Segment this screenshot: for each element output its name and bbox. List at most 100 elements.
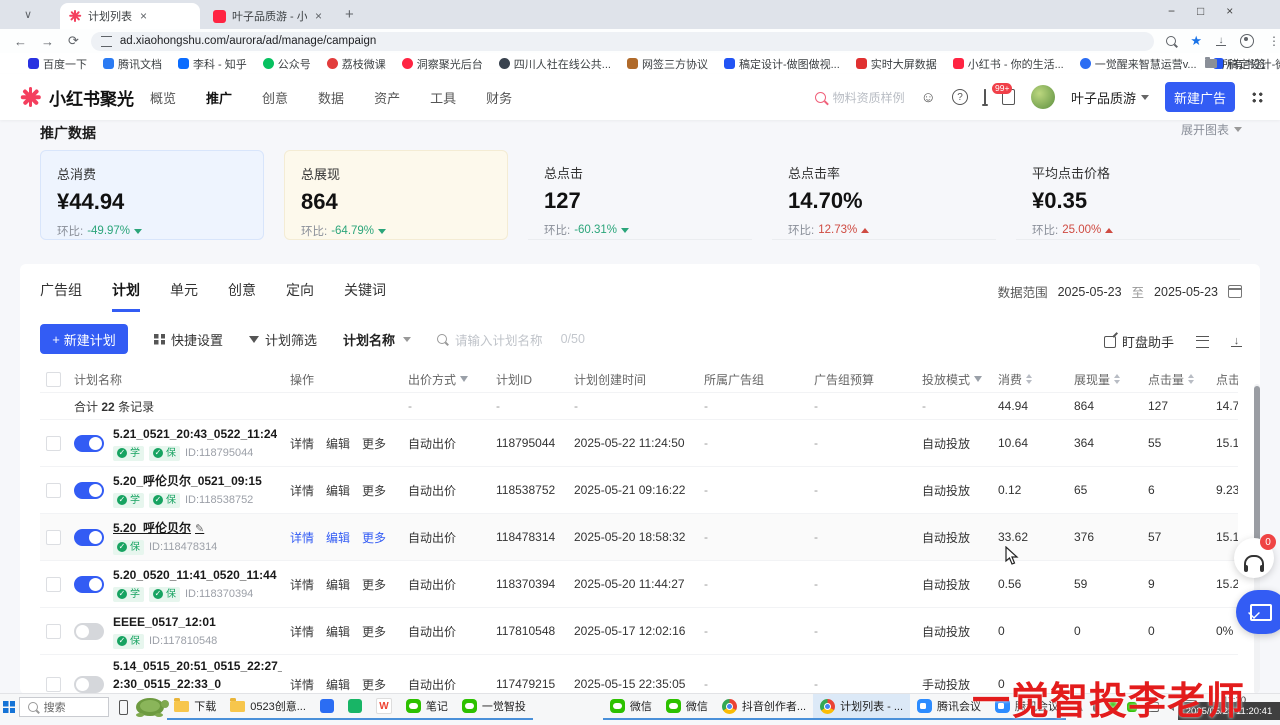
start-button[interactable] <box>0 694 19 720</box>
table-row[interactable]: 5.20_呼伦贝尔✎ ✓保 ID:118478314 详情编辑更多 自动出价 1… <box>40 514 1238 561</box>
bookmark[interactable]: 稿定设计-做图做视... <box>724 56 840 72</box>
edit-pencil-icon[interactable]: ✎ <box>195 523 204 535</box>
date-start[interactable]: 2025-05-23 <box>1058 285 1122 299</box>
col-plan-name[interactable]: 计划名称 <box>74 371 290 388</box>
detail-link[interactable]: 详情 <box>290 676 314 693</box>
nav-assets[interactable]: 资产 <box>374 88 400 107</box>
select-all-checkbox[interactable] <box>46 372 61 387</box>
tab-plan[interactable]: 计划 <box>112 280 140 312</box>
forward-icon[interactable]: → <box>41 34 54 49</box>
more-link[interactable]: 更多 <box>362 529 386 546</box>
col-impressions[interactable]: 展现量 <box>1074 371 1148 388</box>
back-icon[interactable]: ← <box>14 34 27 49</box>
taskbar-wps[interactable]: W <box>369 694 399 720</box>
bookmark[interactable]: 公众号 <box>263 56 311 72</box>
tab-unit[interactable]: 单元 <box>170 280 198 312</box>
zoom-icon[interactable] <box>1166 36 1176 46</box>
stat-card-spend[interactable]: 总消费 ¥44.94 环比:-49.97% <box>40 150 264 240</box>
bookmark[interactable]: 一觉醒来智慧运营v... <box>1080 56 1197 72</box>
edit-link[interactable]: 编辑 <box>326 435 350 452</box>
table-row[interactable]: EEEE_0517_12:01 ✓保 ID:117810548 详情编辑更多 自… <box>40 608 1238 655</box>
more-link[interactable]: 更多 <box>362 482 386 499</box>
plan-name[interactable]: 5.14_0515_20:51_0515_22:27_0515_2 <box>113 657 282 675</box>
nav-finance[interactable]: 财务 <box>486 88 512 107</box>
calendar-icon[interactable] <box>1228 285 1242 298</box>
date-end[interactable]: 2025-05-23 <box>1154 285 1218 299</box>
close-tab-icon[interactable]: × <box>315 9 322 23</box>
nav-data[interactable]: 数据 <box>318 88 344 107</box>
detail-link[interactable]: 详情 <box>290 623 314 640</box>
new-tab-button[interactable]: + <box>345 6 354 23</box>
detail-link[interactable]: 详情 <box>290 529 314 546</box>
expand-chart-button[interactable]: 展开图表 <box>1181 121 1242 138</box>
row-checkbox[interactable] <box>46 577 61 592</box>
edit-link[interactable]: 编辑 <box>326 623 350 640</box>
taskbar-folder-downloads[interactable]: 下载 <box>167 694 223 720</box>
taskbar-wechat-notes[interactable]: 笔记 <box>399 694 455 720</box>
bookmark[interactable]: 四川人社在线公共... <box>499 56 611 72</box>
col-ctr[interactable]: 点击率 <box>1216 371 1238 388</box>
bookmark[interactable]: 小红书 - 你的生活... <box>953 56 1064 72</box>
taskbar-wechat[interactable]: 微信 <box>659 694 715 720</box>
stat-card-clicks[interactable]: 总点击 127 环比:-60.31% <box>528 150 752 240</box>
plan-name[interactable]: 5.20_0520_11:41_0520_11:44 <box>113 566 277 584</box>
all-bookmarks-button[interactable]: 所有书签 <box>1205 56 1266 72</box>
stat-card-ctr[interactable]: 总点击率 14.70% 环比:12.73% <box>772 150 996 240</box>
bookmark[interactable]: 李科 - 知乎 <box>178 56 247 72</box>
taskbar-app-green[interactable] <box>341 694 369 720</box>
row-checkbox[interactable] <box>46 677 61 692</box>
avatar[interactable] <box>1031 85 1055 109</box>
plan-toggle-on[interactable] <box>74 576 104 593</box>
row-checkbox[interactable] <box>46 530 61 545</box>
quick-setup-button[interactable]: 快捷设置 <box>154 330 223 349</box>
table-row[interactable]: 5.20_呼伦贝尔_0521_09:15 ✓学 ✓保 ID:118538752 … <box>40 467 1238 514</box>
tab-keywords[interactable]: 关键词 <box>344 280 386 312</box>
table-row[interactable]: 5.21_0521_20:43_0522_11:24 ✓学 ✓保 ID:1187… <box>40 420 1238 467</box>
account-menu[interactable]: 叶子品质游 <box>1071 88 1149 107</box>
taskbar-wechat-yijue[interactable]: 一觉智投 <box>455 694 533 720</box>
tab-search-caret[interactable]: ∨ <box>24 8 32 21</box>
feedback-icon[interactable]: ☺ <box>921 89 936 106</box>
notifications-button[interactable]: 99+ <box>984 90 986 104</box>
edit-link[interactable]: 编辑 <box>326 676 350 693</box>
plan-name[interactable]: EEEE_0517_12:01 <box>113 613 217 631</box>
message-button[interactable] <box>1236 590 1280 634</box>
plan-name[interactable]: 5.20_呼伦贝尔_0521_09:15 <box>113 472 262 490</box>
reload-icon[interactable]: ⟳ <box>68 33 79 49</box>
filter-icon[interactable] <box>974 376 982 382</box>
export-icon[interactable]: ↓ <box>1231 336 1242 347</box>
nav-creative[interactable]: 创意 <box>262 88 288 107</box>
taskbar-chrome-douyin[interactable]: 抖音创作者... <box>715 694 813 720</box>
taskbar-folder-0523[interactable]: 0523创意... <box>223 694 313 720</box>
tab-adgroup[interactable]: 广告组 <box>40 280 82 312</box>
plan-toggle-on[interactable] <box>74 435 104 452</box>
col-delivery-mode[interactable]: 投放模式 <box>922 371 998 388</box>
plan-toggle-off[interactable] <box>74 676 104 693</box>
more-link[interactable]: 更多 <box>362 623 386 640</box>
monitor-assistant-button[interactable]: 盯盘助手 <box>1104 332 1174 351</box>
browser-tab-xiaohongshu[interactable]: 叶子品质游 - 小红书搜索 × <box>205 3 330 29</box>
sort-icon[interactable] <box>1114 374 1120 384</box>
plan-name[interactable]: 5.20_呼伦贝尔✎ <box>113 519 217 538</box>
bookmark[interactable]: 洞察聚光后台 <box>402 56 483 72</box>
edit-link[interactable]: 编辑 <box>326 482 350 499</box>
edit-link[interactable]: 编辑 <box>326 576 350 593</box>
profile-icon[interactable] <box>1240 34 1254 48</box>
bookmark[interactable]: 实时大屏数据 <box>856 56 937 72</box>
scrollbar-thumb[interactable] <box>1254 386 1260 554</box>
bookmark[interactable]: 腾讯文档 <box>103 56 162 72</box>
taskbar-chrome-plan-list[interactable]: 计划列表 - ... <box>813 694 910 720</box>
close-tab-icon[interactable]: × <box>140 9 147 23</box>
new-plan-button[interactable]: +新建计划 <box>40 324 128 354</box>
stat-card-cpc[interactable]: 平均点击价格 ¥0.35 环比:25.00% <box>1016 150 1240 240</box>
plan-search-input[interactable]: 请输入计划名称 0/50 <box>437 330 585 349</box>
nav-overview[interactable]: 概览 <box>150 88 176 107</box>
edit-link[interactable]: 编辑 <box>326 529 350 546</box>
row-checkbox[interactable] <box>46 483 61 498</box>
sort-icon[interactable] <box>1026 374 1032 384</box>
bookmark[interactable]: 百度一下 <box>28 56 87 72</box>
url-text[interactable]: ad.xiaohongshu.com/aurora/ad/manage/camp… <box>120 35 376 47</box>
plan-toggle-on[interactable] <box>74 529 104 546</box>
downloads-icon[interactable]: ↓ <box>1216 37 1226 46</box>
bookmark[interactable]: 荔枝微课 <box>327 56 386 72</box>
